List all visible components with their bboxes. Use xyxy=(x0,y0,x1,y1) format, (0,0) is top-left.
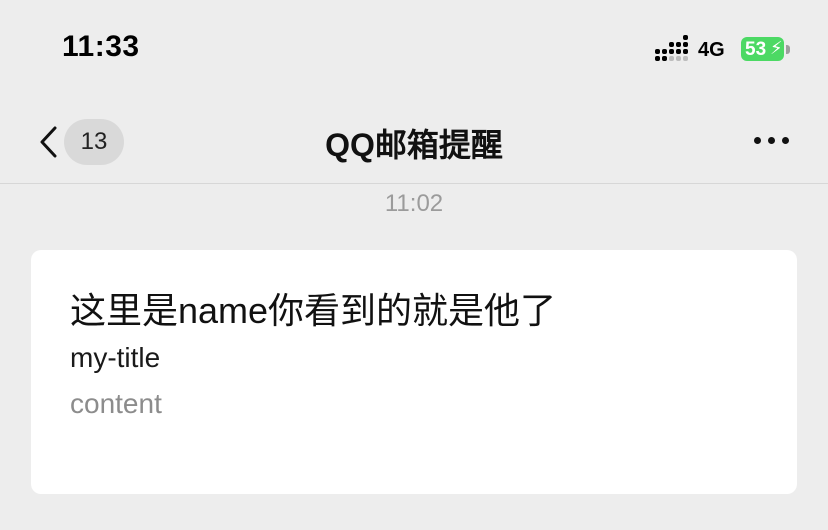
more-horizontal-icon[interactable] xyxy=(748,122,796,158)
page-title: QQ邮箱提醒 xyxy=(325,127,503,163)
message-card-name: 这里是name你看到的就是他了 xyxy=(70,290,557,331)
message-card-content: content xyxy=(70,388,162,419)
nav-bar: 13 QQ邮箱提醒 xyxy=(0,100,828,184)
status-time: 11:33 xyxy=(62,30,140,63)
message-timestamp: 11:02 xyxy=(384,190,444,217)
network-type: 4G xyxy=(698,39,725,61)
battery-level: 53 xyxy=(745,39,767,60)
message-card-title: my-title xyxy=(70,342,161,373)
back-button[interactable]: 13 xyxy=(30,115,130,169)
status-bar: 11:33 4G 53 ⚡ xyxy=(0,0,828,100)
message-card[interactable]: 这里是name你看到的就是他了 my-title content xyxy=(31,250,797,494)
battery-charging-icon: 53 ⚡ xyxy=(741,37,784,61)
unread-count-badge: 13 xyxy=(64,119,124,165)
signal-icon xyxy=(655,35,689,61)
chevron-left-icon xyxy=(40,126,57,158)
charging-bolt-icon: ⚡ xyxy=(770,38,783,58)
battery-tip xyxy=(786,45,790,54)
